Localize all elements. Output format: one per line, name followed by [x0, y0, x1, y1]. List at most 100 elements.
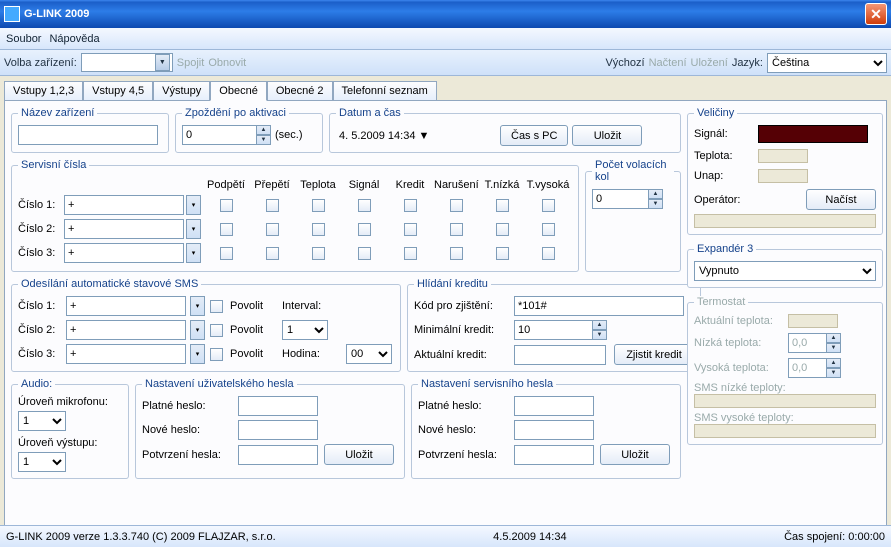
current-credit-display: [514, 345, 606, 365]
window-title: G-LINK 2009: [24, 8, 865, 20]
sms-hour-select[interactable]: 00: [346, 344, 392, 364]
language-label: Jazyk:: [732, 57, 763, 69]
tab-panel-general: Název zařízení Zpoždění po aktivaci ▲▼ (…: [4, 100, 887, 528]
datetime-picker[interactable]: 4. 5.2009 14:34▼: [336, 130, 496, 142]
chk-1-credit[interactable]: [404, 199, 417, 212]
sms-1-enable[interactable]: [210, 300, 223, 313]
min-credit-input[interactable]: [514, 320, 592, 340]
delay-input[interactable]: [182, 125, 256, 145]
device-name-input[interactable]: [18, 125, 158, 145]
credit-group: Hlídání kreditu Kód pro zjištění: Minimá…: [407, 278, 701, 372]
mic-level-select[interactable]: 1: [18, 411, 66, 431]
user-pw-new[interactable]: [238, 420, 318, 440]
call-loops-spinner[interactable]: ▲▼: [648, 189, 663, 209]
expander-group: Expandér 3 Vypnuto: [687, 243, 883, 288]
chk-1-alarm[interactable]: [450, 199, 463, 212]
datetime-save-button[interactable]: Uložit: [572, 125, 642, 146]
user-pw-confirm[interactable]: [238, 445, 318, 465]
service-row-2: Číslo 2: ▾: [18, 217, 572, 241]
sms-high-temp: [694, 424, 876, 438]
pc-time-button[interactable]: Čas s PC: [500, 125, 568, 146]
thermostat-group: Termostat Aktuální teplota: Nízká teplot…: [687, 296, 883, 445]
status-connection-time: Čas spojení: 0:00:00: [784, 531, 885, 543]
service-number-3[interactable]: [64, 243, 184, 263]
user-pw-save-button[interactable]: Uložit: [324, 444, 394, 465]
tab-inputs-45[interactable]: Vstupy 4,5: [83, 81, 153, 101]
output-level-select[interactable]: 1: [18, 452, 66, 472]
delay-spinner[interactable]: ▲▼: [256, 125, 271, 145]
sms-3-dropdown[interactable]: ▾: [190, 344, 205, 364]
sms-2-dropdown[interactable]: ▾: [190, 320, 205, 340]
chk-1-overvolt[interactable]: [266, 199, 279, 212]
connect-button[interactable]: Spojit: [177, 57, 205, 69]
service-pw-confirm[interactable]: [514, 445, 594, 465]
chk-1-signal[interactable]: [358, 199, 371, 212]
service-pw-new[interactable]: [514, 420, 594, 440]
refresh-button[interactable]: Obnovit: [208, 57, 246, 69]
service-password-group: Nastavení servisního hesla Platné heslo:…: [411, 378, 681, 479]
status-version: G-LINK 2009 verze 1.3.3.740 (C) 2009 FLA…: [6, 531, 276, 543]
sms-1-dropdown[interactable]: ▾: [190, 296, 205, 316]
credit-code-input[interactable]: [514, 296, 684, 316]
language-select[interactable]: Čeština: [767, 53, 887, 73]
tab-general[interactable]: Obecné: [210, 81, 267, 101]
service-pw-save-button[interactable]: Uložit: [600, 444, 670, 465]
sms-2-enable[interactable]: [210, 324, 223, 337]
status-datetime: 4.5.2009 14:34: [493, 531, 566, 543]
sms-number-3[interactable]: [66, 344, 186, 364]
service-3-dropdown[interactable]: ▾: [186, 243, 201, 263]
signal-display: [758, 125, 868, 143]
user-password-group: Nastavení uživatelského hesla Platné hes…: [135, 378, 405, 479]
user-pw-current[interactable]: [238, 396, 318, 416]
service-row-3: Číslo 3: ▾: [18, 241, 572, 265]
service-headers: PodpětíPřepětíTeplotaSignálKreditNarušen…: [18, 177, 572, 193]
service-number-1[interactable]: [64, 195, 184, 215]
service-number-2[interactable]: [64, 219, 184, 239]
check-credit-button[interactable]: Zjistit kredit: [614, 344, 694, 365]
titlebar: G-LINK 2009 ✕: [0, 0, 891, 28]
tab-phonebook[interactable]: Telefonní seznam: [333, 81, 437, 101]
tab-general-2[interactable]: Obecné 2: [267, 81, 333, 101]
sms-interval-select[interactable]: 1: [282, 320, 328, 340]
chk-1-thigh[interactable]: [542, 199, 555, 212]
device-name-group: Název zařízení: [11, 107, 169, 153]
menu-file[interactable]: Soubor: [6, 33, 41, 45]
service-1-dropdown[interactable]: ▾: [186, 195, 201, 215]
tab-inputs-123[interactable]: Vstupy 1,2,3: [4, 81, 83, 101]
datetime-group: Datum a čas 4. 5.2009 14:34▼ Čas s PC Ul…: [329, 107, 681, 153]
device-select[interactable]: ▼: [81, 53, 173, 72]
menubar: Soubor Nápověda: [0, 28, 891, 50]
tab-outputs[interactable]: Výstupy: [153, 81, 210, 101]
save-button[interactable]: Uložení: [691, 57, 728, 69]
activation-delay-group: Zpoždění po aktivaci ▲▼ (sec.): [175, 107, 323, 153]
sms-number-1[interactable]: [66, 296, 186, 316]
quantities-group: Veličiny Signál: Teplota: Unap: Operátor…: [687, 107, 883, 235]
status-bar: G-LINK 2009 verze 1.3.3.740 (C) 2009 FLA…: [0, 525, 891, 547]
voltage-display: [758, 169, 808, 183]
call-loops-input[interactable]: [592, 189, 648, 209]
thermo-high: [788, 358, 826, 378]
chk-1-temp[interactable]: [312, 199, 325, 212]
app-icon: [4, 6, 20, 22]
close-button[interactable]: ✕: [865, 3, 887, 25]
service-pw-current[interactable]: [514, 396, 594, 416]
sms-3-enable[interactable]: [210, 348, 223, 361]
service-row-1: Číslo 1: ▾: [18, 193, 572, 217]
thermo-low: [788, 333, 826, 353]
chk-1-undervolt[interactable]: [220, 199, 233, 212]
audio-group: Audio: Úroveň mikrofonu: 1 Úroveň výstup…: [11, 378, 129, 479]
chk-1-tlow[interactable]: [496, 199, 509, 212]
service-2-dropdown[interactable]: ▾: [186, 219, 201, 239]
auto-sms-group: Odesílání automatické stavové SMS Číslo …: [11, 278, 401, 372]
defaults-button[interactable]: Výchozí: [605, 57, 644, 69]
toolbar: Volba zařízení: ▼ Spojit Obnovit Výchozí…: [0, 50, 891, 76]
tab-strip: Vstupy 1,2,3 Vstupy 4,5 Výstupy Obecné O…: [4, 80, 891, 100]
load-button[interactable]: Načtení: [649, 57, 687, 69]
thermo-current: [788, 314, 838, 328]
read-button[interactable]: Načíst: [806, 189, 876, 210]
sms-number-2[interactable]: [66, 320, 186, 340]
call-loops-group: Počet volacích kol ▲▼: [585, 159, 681, 272]
sms-low-temp: [694, 394, 876, 408]
menu-help[interactable]: Nápověda: [49, 33, 99, 45]
expander-select[interactable]: Vypnuto: [694, 261, 876, 281]
